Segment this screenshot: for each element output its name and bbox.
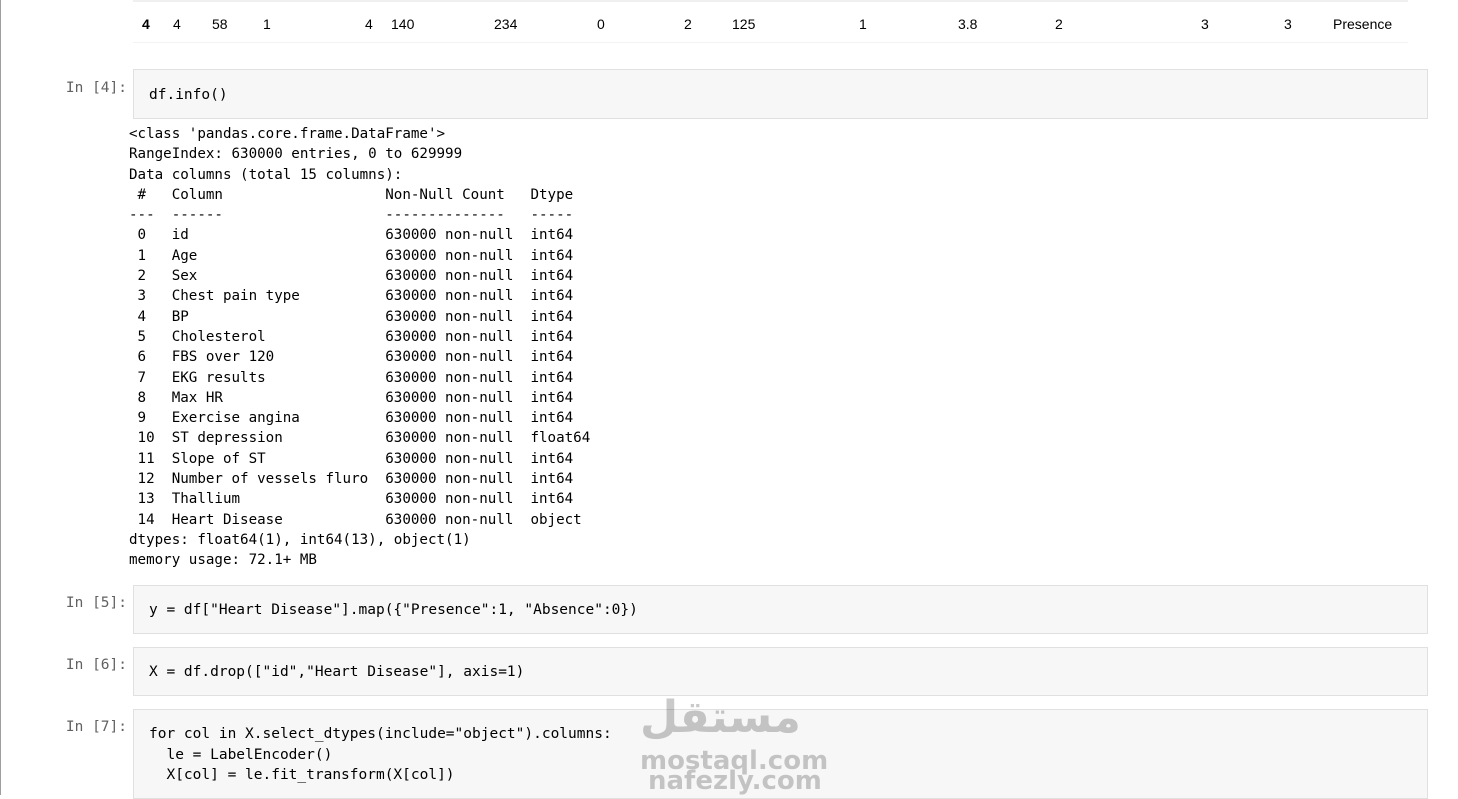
code-line: le = LabelEncoder() xyxy=(149,746,333,763)
cell-age: 58 xyxy=(212,16,228,32)
cell-thallium: 3 xyxy=(1284,16,1292,32)
code-cell-4[interactable]: df.info() xyxy=(133,69,1428,119)
output-line: dtypes: float64(1), int64(13), object(1) xyxy=(129,531,471,548)
code-line: X[col] = le.fit_transform(X[col]) xyxy=(149,767,455,783)
cell-fbs-over-120: 0 xyxy=(597,16,605,32)
cell-cholesterol: 234 xyxy=(494,16,518,32)
cell-prompt-4: In [4]: xyxy=(65,80,127,96)
output-line: 11 Slope of ST 630000 non-null int64 xyxy=(129,450,591,467)
info-output: <class 'pandas.core.frame.DataFrame'> Ran… xyxy=(129,124,590,571)
output-line: --- ------ -------------- ----- xyxy=(129,207,591,224)
row-top-border xyxy=(133,0,1408,2)
output-line: 12 Number of vessels fluro 630000 non-nu… xyxy=(129,471,591,488)
output-line: 6 FBS over 120 630000 non-null int64 xyxy=(129,349,591,366)
output-line: 9 Exercise angina 630000 non-null int64 xyxy=(129,410,591,427)
output-line: Data columns (total 15 columns): xyxy=(129,166,403,183)
cell-prompt-6: In [6]: xyxy=(65,657,127,673)
cell-sex: 1 xyxy=(263,16,271,32)
output-line: 0 id 630000 non-null int64 xyxy=(129,227,591,244)
cell-vessels-fluro: 3 xyxy=(1201,16,1209,32)
cell-max-hr: 125 xyxy=(732,16,756,32)
cell-prompt-5: In [5]: xyxy=(65,595,127,611)
output-line: RangeIndex: 630000 entries, 0 to 629999 xyxy=(129,146,463,163)
cell-slope-of-st: 2 xyxy=(1055,16,1063,32)
output-line: 2 Sex 630000 non-null int64 xyxy=(129,268,591,285)
cell-ekg-results: 2 xyxy=(684,16,692,32)
cell-id: 4 xyxy=(173,16,181,32)
cell-prompt-7: In [7]: xyxy=(65,719,127,735)
output-line: 13 Thallium 630000 non-null int64 xyxy=(129,491,591,508)
cell-chest-pain-type: 4 xyxy=(365,16,373,32)
row-index: 4 xyxy=(142,16,150,32)
output-line: 14 Heart Disease 630000 non-null object xyxy=(129,511,591,528)
output-line: 7 EKG results 630000 non-null int64 xyxy=(129,369,591,386)
code-cell-5[interactable]: y = df["Heart Disease"].map({"Presence":… xyxy=(133,585,1428,634)
output-line: 5 Cholesterol 630000 non-null int64 xyxy=(129,328,591,345)
row-bottom-border xyxy=(133,42,1408,43)
output-line: 8 Max HR 630000 non-null int64 xyxy=(129,389,591,406)
cell-bp: 140 xyxy=(391,16,415,32)
output-line: memory usage: 72.1+ MB xyxy=(129,552,317,569)
code-cell-7[interactable]: for col in X.select_dtypes(include="obje… xyxy=(133,709,1428,799)
code-cell-6[interactable]: X = df.drop(["id","Heart Disease"], axis… xyxy=(133,647,1428,696)
code-line[interactable]: y = df["Heart Disease"].map({"Presence":… xyxy=(149,600,638,621)
code-line[interactable]: df.info() xyxy=(149,85,228,106)
output-line: 10 ST depression 630000 non-null float64 xyxy=(129,430,591,447)
notebook-left-border xyxy=(0,0,1,795)
dataframe-row: 4 4 58 1 4 140 234 0 2 125 1 3.8 2 3 3 P… xyxy=(0,0,1458,48)
code-line[interactable]: X = df.drop(["id","Heart Disease"], axis… xyxy=(149,662,524,683)
output-line: <class 'pandas.core.frame.DataFrame'> xyxy=(129,126,446,142)
output-line: # Column Non-Null Count Dtype xyxy=(129,186,591,203)
cell-exercise-angina: 1 xyxy=(859,16,867,32)
cell-st-depression: 3.8 xyxy=(958,16,978,32)
code-block[interactable]: for col in X.select_dtypes(include="obje… xyxy=(149,724,612,786)
code-line: for col in X.select_dtypes(include="obje… xyxy=(149,726,612,742)
output-line: 4 BP 630000 non-null int64 xyxy=(129,308,591,325)
output-line: 3 Chest pain type 630000 non-null int64 xyxy=(129,288,591,305)
cell-heart-disease: Presence xyxy=(1333,16,1393,32)
output-line: 1 Age 630000 non-null int64 xyxy=(129,247,591,264)
